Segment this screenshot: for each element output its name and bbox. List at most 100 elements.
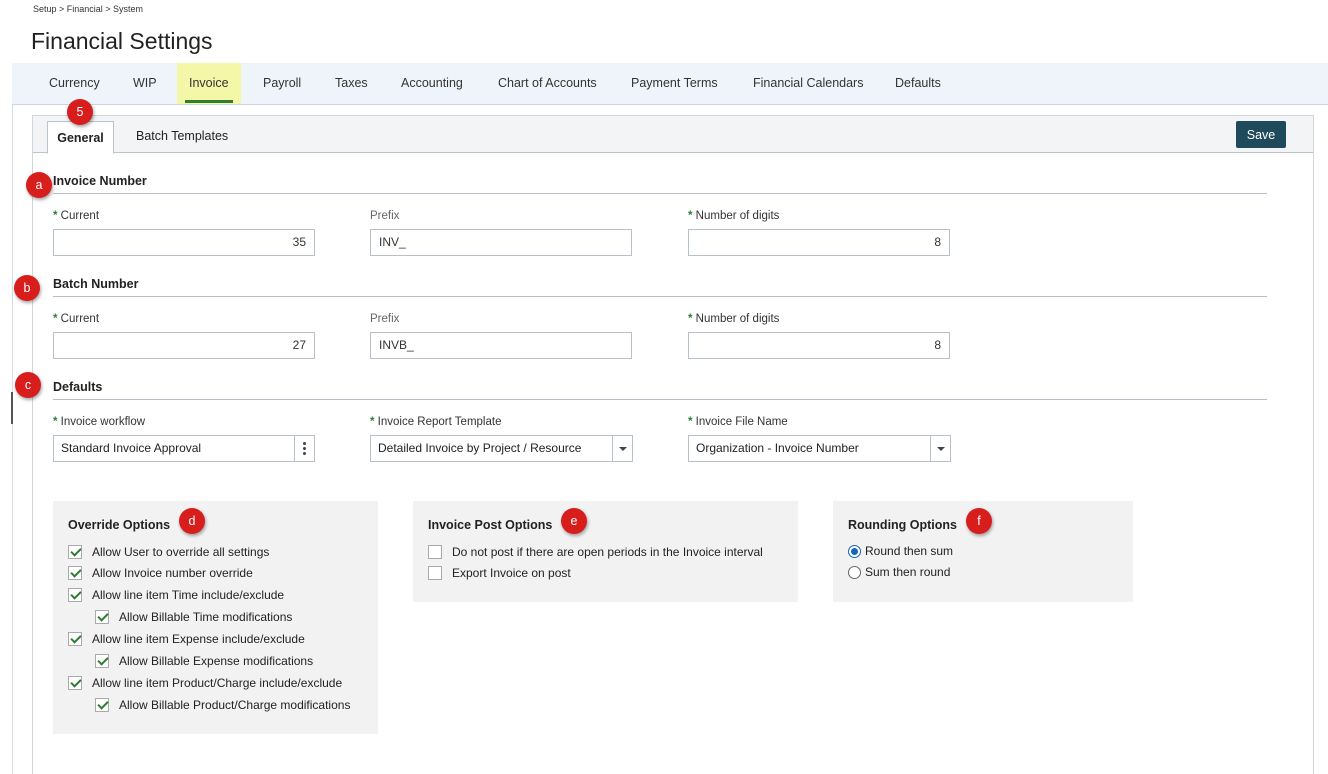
- checkbox-label: Allow Billable Time modifications: [119, 610, 293, 624]
- invoice-current-label: * Current: [53, 210, 99, 222]
- report-template-dropdown-button[interactable]: [612, 436, 632, 461]
- subtab-general[interactable]: General: [47, 121, 114, 154]
- tab-defaults[interactable]: Defaults: [895, 63, 941, 104]
- tab-invoice[interactable]: Invoice: [177, 63, 241, 104]
- tab-taxes[interactable]: Taxes: [335, 63, 368, 104]
- left-scroll-marker: [11, 392, 13, 424]
- required-marker: *: [370, 416, 378, 428]
- section-divider: [53, 296, 1267, 297]
- checkbox-label: Allow line item Product/Charge include/e…: [92, 676, 343, 690]
- required-marker: *: [53, 313, 61, 325]
- sub-tab-bar: General Batch Templates: [33, 116, 1313, 154]
- checkbox-label: Allow User to override all settings: [92, 545, 270, 559]
- checkbox-checked: [68, 566, 82, 580]
- checkbox-label: Export Invoice on post: [452, 566, 571, 580]
- workflow-menu-button[interactable]: [294, 436, 314, 461]
- chevron-down-icon: [937, 447, 945, 451]
- callout-badge: d: [179, 508, 205, 534]
- defaults-title: Defaults: [53, 380, 103, 394]
- checkbox-unchecked: [428, 545, 442, 559]
- radio-selected: [848, 545, 861, 558]
- batch-current-input[interactable]: 27: [53, 332, 315, 359]
- report-template-label: * Invoice Report Template: [370, 416, 501, 428]
- invoice-digits-label: * Number of digits: [688, 210, 779, 222]
- checkbox-label: Allow Invoice number override: [92, 566, 253, 580]
- more-vertical-icon: [303, 442, 306, 457]
- invoice-prefix-input[interactable]: INV_: [370, 229, 632, 256]
- invoice-current-label-text: Current: [60, 210, 100, 222]
- batch-current-label: * Current: [53, 313, 99, 325]
- tab-invoice-label: Invoice: [189, 76, 229, 90]
- batch-digits-input[interactable]: 8: [688, 332, 950, 359]
- checkbox-checked: [68, 676, 82, 690]
- invoice-number-title: Invoice Number: [53, 174, 147, 188]
- file-name-label-text: Invoice File Name: [695, 416, 788, 428]
- section-divider: [53, 399, 1267, 400]
- checkbox-checked: [68, 545, 82, 559]
- workflow-label: * Invoice workflow: [53, 416, 145, 428]
- report-template-label-text: Invoice Report Template: [377, 416, 502, 428]
- report-template-value: Detailed Invoice by Project / Resource: [378, 441, 582, 455]
- radio-unselected: [848, 566, 861, 579]
- callout-badge: f: [966, 508, 992, 534]
- radio-label: Round then sum: [865, 544, 954, 558]
- workflow-select[interactable]: Standard Invoice Approval: [53, 435, 315, 462]
- batch-prefix-label: Prefix: [370, 313, 400, 325]
- batch-digits-label-text: Number of digits: [695, 313, 780, 325]
- save-button[interactable]: Save: [1236, 121, 1286, 148]
- callout-badge: 5: [67, 99, 93, 125]
- tab-chart-of-accounts[interactable]: Chart of Accounts: [498, 63, 597, 104]
- callout-badge: b: [14, 275, 40, 301]
- tab-currency[interactable]: Currency: [49, 63, 100, 104]
- left-divider: [12, 105, 13, 774]
- checkbox-label: Allow Billable Product/Charge modificati…: [119, 698, 351, 712]
- checkbox-label: Allow line item Expense include/exclude: [92, 632, 305, 646]
- batch-digits-label: * Number of digits: [688, 313, 779, 325]
- checkbox-label: Allow Billable Expense modifications: [119, 654, 314, 668]
- required-marker: *: [688, 416, 696, 428]
- report-template-select[interactable]: Detailed Invoice by Project / Resource: [370, 435, 633, 462]
- required-marker: *: [53, 416, 61, 428]
- checkbox-unchecked: [428, 566, 442, 580]
- breadcrumb: Setup > Financial > System: [33, 4, 144, 14]
- radio-label: Sum then round: [865, 565, 951, 579]
- tab-payment-terms[interactable]: Payment Terms: [631, 63, 718, 104]
- override-options-box: Override Options Allow User to override …: [53, 501, 378, 734]
- post-options-title: Invoice Post Options: [428, 518, 553, 532]
- invoice-digits-input[interactable]: 8: [688, 229, 950, 256]
- checkbox-checked: [95, 610, 109, 624]
- page-title: Financial Settings: [31, 28, 213, 54]
- section-divider: [53, 193, 1267, 194]
- checkbox-checked: [95, 654, 109, 668]
- tab-financial-calendars[interactable]: Financial Calendars: [753, 63, 863, 104]
- post-options-box: Invoice Post Options Do not post if ther…: [413, 501, 798, 602]
- required-marker: *: [688, 313, 696, 325]
- workflow-value: Standard Invoice Approval: [61, 441, 202, 455]
- required-marker: *: [688, 210, 696, 222]
- required-marker: *: [53, 210, 61, 222]
- tab-accounting[interactable]: Accounting: [401, 63, 463, 104]
- invoice-digits-label-text: Number of digits: [695, 210, 780, 222]
- override-options-title: Override Options: [68, 518, 171, 532]
- chevron-down-icon: [619, 447, 627, 451]
- top-nav-bar: Currency WIP Invoice Payroll Taxes Accou…: [12, 63, 1328, 105]
- checkbox-label: Allow line item Time include/exclude: [92, 588, 285, 602]
- file-name-value: Organization - Invoice Number: [696, 441, 859, 455]
- batch-current-label-text: Current: [60, 313, 100, 325]
- tab-payroll[interactable]: Payroll: [263, 63, 301, 104]
- file-name-select[interactable]: Organization - Invoice Number: [688, 435, 951, 462]
- workflow-label-text: Invoice workflow: [60, 416, 146, 428]
- tab-wip[interactable]: WIP: [133, 63, 157, 104]
- file-name-label: * Invoice File Name: [688, 416, 788, 428]
- invoice-current-input[interactable]: 35: [53, 229, 315, 256]
- checkbox-label: Do not post if there are open periods in…: [452, 545, 763, 559]
- batch-number-title: Batch Number: [53, 277, 139, 291]
- checkbox-checked: [68, 632, 82, 646]
- subtab-batch-templates[interactable]: Batch Templates: [136, 129, 228, 143]
- checkbox-checked: [95, 698, 109, 712]
- file-name-dropdown-button[interactable]: [930, 436, 950, 461]
- rounding-options-title: Rounding Options: [848, 518, 958, 532]
- callout-badge: c: [15, 372, 41, 398]
- batch-prefix-input[interactable]: INVB_: [370, 332, 632, 359]
- callout-badge: e: [561, 508, 587, 534]
